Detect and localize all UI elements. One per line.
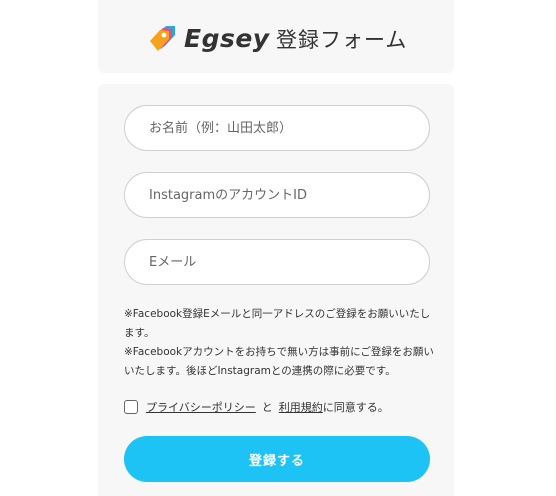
facebook-account-note: ※Facebookアカウントをお持ちで無い方は事前にご登録をお願いいたします。後… — [124, 346, 434, 377]
brand-name: Egsey — [184, 24, 270, 53]
facebook-email-note: ※Facebook登録Eメールと同一アドレスのご登録をお願いいたします。 — [124, 308, 431, 339]
instagram-id-input[interactable] — [124, 172, 430, 218]
agreement-row: プライバシーポリシー と 利用規約 に同意する。 — [124, 398, 389, 416]
email-input[interactable] — [124, 239, 430, 285]
privacy-policy-link[interactable]: プライバシーポリシー — [146, 399, 256, 415]
agree-checkbox[interactable] — [124, 400, 138, 414]
register-button[interactable]: 登録する — [124, 436, 430, 482]
tag-logo-icon — [150, 26, 175, 51]
name-input[interactable] — [124, 105, 430, 151]
page-title: 登録フォーム — [276, 28, 408, 52]
and-text: と — [261, 401, 273, 414]
terms-link[interactable]: 利用規約 — [279, 399, 323, 415]
agree-suffix-text: に同意する。 — [322, 401, 389, 414]
